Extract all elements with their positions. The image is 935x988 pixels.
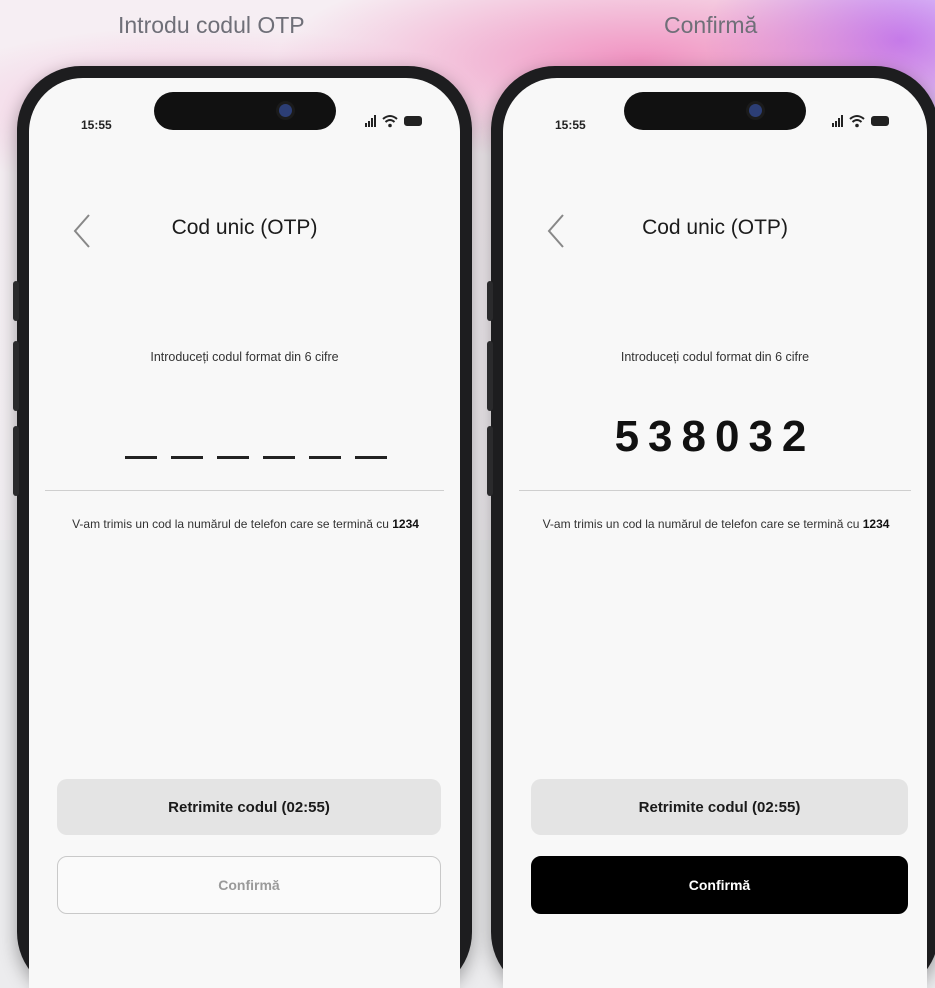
side-button <box>13 281 19 321</box>
front-camera-icon <box>749 104 762 117</box>
phone-suffix: 1234 <box>862 517 890 531</box>
resend-code-button[interactable]: Retrimite codul (02:55) <box>57 779 441 835</box>
status-time: 15:55 <box>81 118 112 132</box>
step-title-enter-otp: Introdu codul OTP <box>118 12 305 38</box>
phone-screen: 15:55 Cod unic (OTP) Introduceți codul f… <box>503 78 927 988</box>
sent-info-message: V-am trimis un cod la numărul de telefon… <box>542 517 860 531</box>
sent-info-text: V-am trimis un cod la numărul de telefon… <box>503 517 927 532</box>
divider <box>45 490 444 491</box>
phone-mockup-enter-otp: 15:55 Cod unic (OTP) Introduceți codul f… <box>13 66 472 988</box>
front-camera-icon <box>278 104 292 117</box>
sent-info-message: V-am trimis un cod la numărul de telefon… <box>72 517 389 531</box>
confirm-button[interactable]: Confirmă <box>531 856 908 914</box>
battery-icon <box>404 116 422 126</box>
resend-code-button[interactable]: Retrimite codul (02:55) <box>531 779 908 835</box>
divider <box>519 490 911 491</box>
side-button <box>487 281 493 321</box>
step-title-confirm: Confirmă <box>664 12 758 38</box>
otp-prompt: Introduceți codul format din 6 cifre <box>620 350 810 364</box>
page-title: Cod unic (OTP) <box>171 216 318 239</box>
volume-down-button <box>487 426 493 496</box>
status-icons <box>365 114 422 128</box>
otp-prompt: Introduceți codul format din 6 cifre <box>150 350 339 364</box>
battery-icon <box>871 116 889 126</box>
otp-digit-slot <box>263 456 295 459</box>
volume-up-button <box>13 341 19 411</box>
cellular-signal-icon <box>365 115 376 127</box>
wifi-icon <box>849 115 865 128</box>
otp-digit-slot <box>309 456 341 459</box>
dynamic-island <box>624 92 806 130</box>
page-title: Cod unic (OTP) <box>642 216 788 239</box>
cellular-signal-icon <box>832 115 843 127</box>
status-time: 15:55 <box>555 118 586 132</box>
status-icons <box>832 114 889 128</box>
phone-screen: 15:55 Cod unic (OTP) Introduceți codul f… <box>29 78 460 988</box>
otp-digit-slot <box>355 456 387 459</box>
sent-info-text: V-am trimis un cod la numărul de telefon… <box>29 517 460 532</box>
confirm-button[interactable]: Confirmă <box>57 856 441 914</box>
phone-suffix: 1234 <box>392 517 419 531</box>
volume-down-button <box>13 426 19 496</box>
otp-input[interactable] <box>125 456 387 459</box>
wifi-icon <box>382 115 398 128</box>
otp-digit-slot <box>125 456 157 459</box>
phone-mockup-confirm: 15:55 Cod unic (OTP) Introduceți codul f… <box>487 66 935 988</box>
otp-digit-slot <box>171 456 203 459</box>
volume-up-button <box>487 341 493 411</box>
otp-code-value[interactable]: 538032 <box>503 412 927 462</box>
otp-digit-slot <box>217 456 249 459</box>
dynamic-island <box>153 92 336 130</box>
